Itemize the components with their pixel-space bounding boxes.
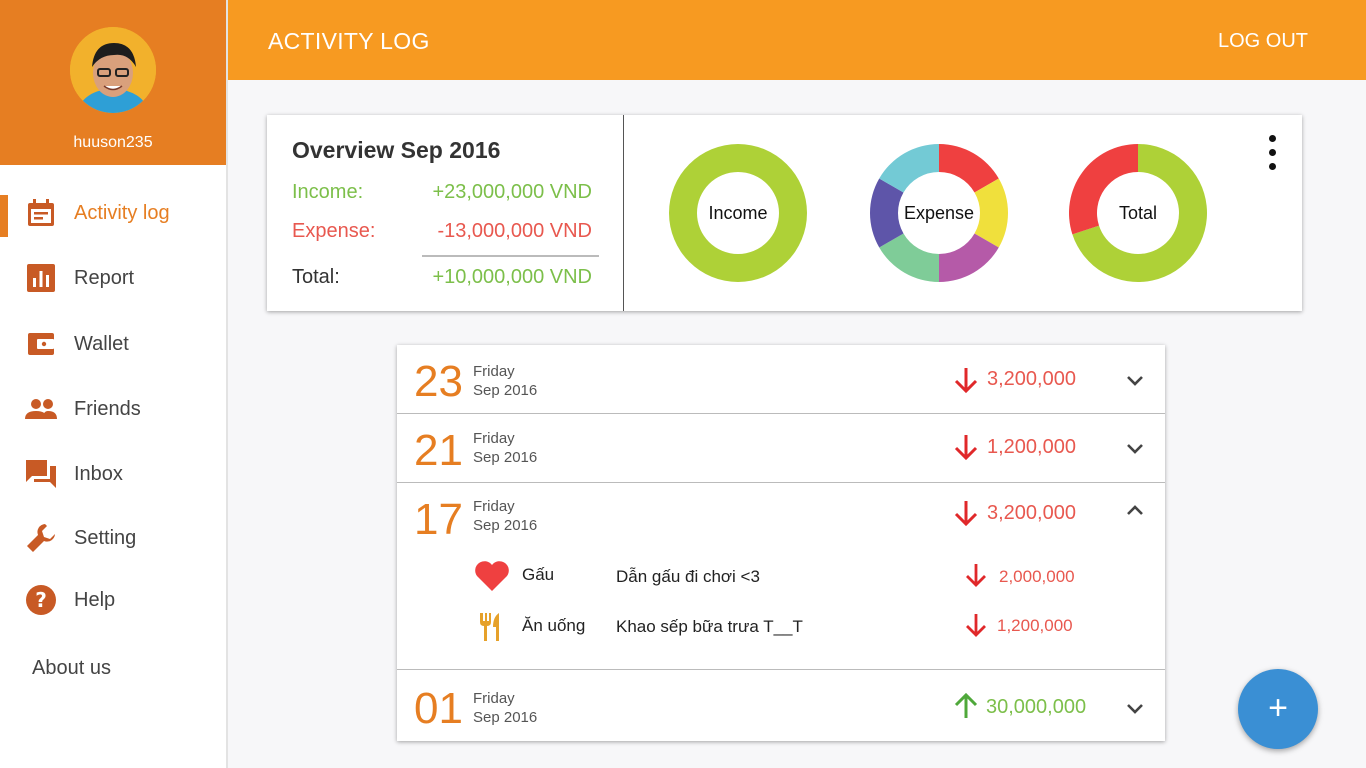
help-icon: ? bbox=[24, 583, 58, 617]
donut-label: Income bbox=[708, 203, 768, 223]
logout-button[interactable]: LOG OUT bbox=[1218, 30, 1308, 53]
expense-label: Expense: bbox=[292, 220, 376, 242]
day-weekday: Friday bbox=[473, 363, 515, 380]
arrow-down-icon bbox=[954, 368, 978, 394]
arrow-down-icon bbox=[966, 564, 986, 587]
day-number: 01 bbox=[414, 684, 463, 733]
overview-title: Overview Sep 2016 bbox=[292, 137, 501, 163]
donut-label: Expense bbox=[903, 203, 975, 223]
sidebar-item-label: Friends bbox=[74, 397, 141, 420]
sidebar-item-friends[interactable]: Friends bbox=[0, 385, 226, 433]
activity-log-list: 23 Friday Sep 2016 3,200,000 21 Friday S… bbox=[397, 345, 1165, 741]
day-month: Sep 2016 bbox=[473, 709, 538, 726]
sidebar-item-report[interactable]: Report bbox=[0, 254, 226, 302]
total-donut-chart[interactable]: Total bbox=[1068, 143, 1208, 283]
day-amount: 30,000,000 bbox=[986, 696, 1087, 718]
arrow-up-icon bbox=[954, 692, 978, 718]
day-month: Sep 2016 bbox=[473, 382, 538, 399]
log-day-row[interactable]: 01 Friday Sep 2016 30,000,000 bbox=[397, 670, 1165, 741]
sidebar-item-activity-log[interactable]: Activity log bbox=[0, 189, 226, 237]
username: huuson235 bbox=[73, 134, 153, 151]
wallet-icon bbox=[24, 327, 58, 361]
sidebar-item-label: Activity log bbox=[74, 201, 170, 224]
chevron-down-icon[interactable] bbox=[1123, 368, 1147, 392]
total-label: Total: bbox=[292, 266, 340, 288]
chevron-down-icon[interactable] bbox=[1123, 436, 1147, 460]
total-value: +10,000,000 VND bbox=[432, 266, 592, 288]
chat-icon bbox=[24, 457, 58, 491]
overview-summary: Overview Sep 2016 Income: +23,000,000 VN… bbox=[267, 115, 624, 311]
transaction-amount: 1,200,000 bbox=[997, 616, 1073, 635]
day-weekday: Friday bbox=[473, 498, 515, 515]
expense-donut-chart[interactable]: Expense bbox=[869, 143, 1009, 283]
income-label: Income: bbox=[292, 181, 364, 203]
wrench-icon bbox=[24, 521, 58, 555]
day-weekday: Friday bbox=[473, 690, 515, 707]
transaction-item[interactable]: Ăn uống Khao sếp bữa trưa T__T 1,200,000 bbox=[397, 602, 1165, 650]
day-amount: 3,200,000 bbox=[987, 502, 1076, 524]
calendar-icon bbox=[24, 196, 58, 230]
day-amount: 3,200,000 bbox=[987, 368, 1076, 390]
transaction-note: Khao sếp bữa trưa T__T bbox=[616, 617, 803, 636]
sidebar-item-label: Inbox bbox=[74, 462, 123, 485]
day-month: Sep 2016 bbox=[473, 517, 538, 534]
sidebar-item-label: Report bbox=[74, 266, 135, 289]
add-transaction-button[interactable]: + bbox=[1238, 669, 1318, 749]
sidebar-item-help[interactable]: ? Help bbox=[0, 576, 226, 624]
page-title: ACTIVITY LOG bbox=[268, 28, 430, 54]
day-weekday: Friday bbox=[473, 430, 515, 447]
transaction-amount: 2,000,000 bbox=[999, 567, 1075, 586]
day-number: 21 bbox=[414, 426, 463, 475]
sidebar-item-inbox[interactable]: Inbox bbox=[0, 450, 226, 498]
avatar[interactable] bbox=[70, 27, 156, 113]
transaction-item[interactable]: Gấu Dẫn gấu đi chơi <3 2,000,000 bbox=[397, 553, 1165, 601]
arrow-down-icon bbox=[954, 435, 978, 461]
income-value: +23,000,000 VND bbox=[432, 181, 592, 203]
more-options-icon[interactable] bbox=[1266, 135, 1278, 175]
chevron-down-icon[interactable] bbox=[1123, 696, 1147, 720]
svg-text:?: ? bbox=[35, 588, 47, 612]
day-number: 17 bbox=[414, 495, 463, 544]
log-day-row[interactable]: 23 Friday Sep 2016 3,200,000 bbox=[397, 345, 1165, 414]
overview-card: Overview Sep 2016 Income: +23,000,000 VN… bbox=[267, 115, 1302, 311]
bar-chart-icon bbox=[24, 261, 58, 295]
app-header: ACTIVITY LOG LOG OUT bbox=[228, 0, 1366, 80]
people-icon bbox=[24, 392, 58, 426]
sidebar-item-wallet[interactable]: Wallet bbox=[0, 320, 226, 368]
arrow-down-icon bbox=[954, 501, 978, 527]
profile-panel: huuson235 bbox=[0, 0, 226, 165]
sidebar-item-label: Help bbox=[74, 588, 116, 611]
log-day-row[interactable]: 21 Friday Sep 2016 1,200,000 bbox=[397, 414, 1165, 483]
sidebar-item-label: Setting bbox=[74, 526, 137, 549]
arrow-down-icon bbox=[966, 614, 986, 637]
sidebar-item-label: Wallet bbox=[74, 332, 129, 355]
sidebar: huuson235 Activity log Report Wallet Fri… bbox=[0, 0, 228, 768]
total-divider bbox=[422, 255, 599, 257]
income-donut-chart[interactable]: Income bbox=[668, 143, 808, 283]
day-number: 23 bbox=[414, 357, 463, 406]
log-day-row-expanded[interactable]: 17 Friday Sep 2016 3,200,000 Gấu Dẫn gấu… bbox=[397, 483, 1165, 670]
about-us-link[interactable]: About us bbox=[32, 657, 111, 680]
transaction-note: Dẫn gấu đi chơi <3 bbox=[616, 567, 760, 586]
chevron-up-icon[interactable] bbox=[1123, 499, 1147, 523]
expense-value: -13,000,000 VND bbox=[437, 220, 592, 242]
day-amount: 1,200,000 bbox=[987, 436, 1076, 458]
heart-icon bbox=[473, 557, 511, 595]
sidebar-item-setting[interactable]: Setting bbox=[0, 514, 226, 562]
transaction-category: Gấu bbox=[522, 565, 555, 584]
fork-knife-icon bbox=[473, 608, 511, 646]
donut-label: Total bbox=[1118, 203, 1158, 223]
day-month: Sep 2016 bbox=[473, 449, 538, 466]
transaction-category: Ăn uống bbox=[522, 616, 586, 635]
